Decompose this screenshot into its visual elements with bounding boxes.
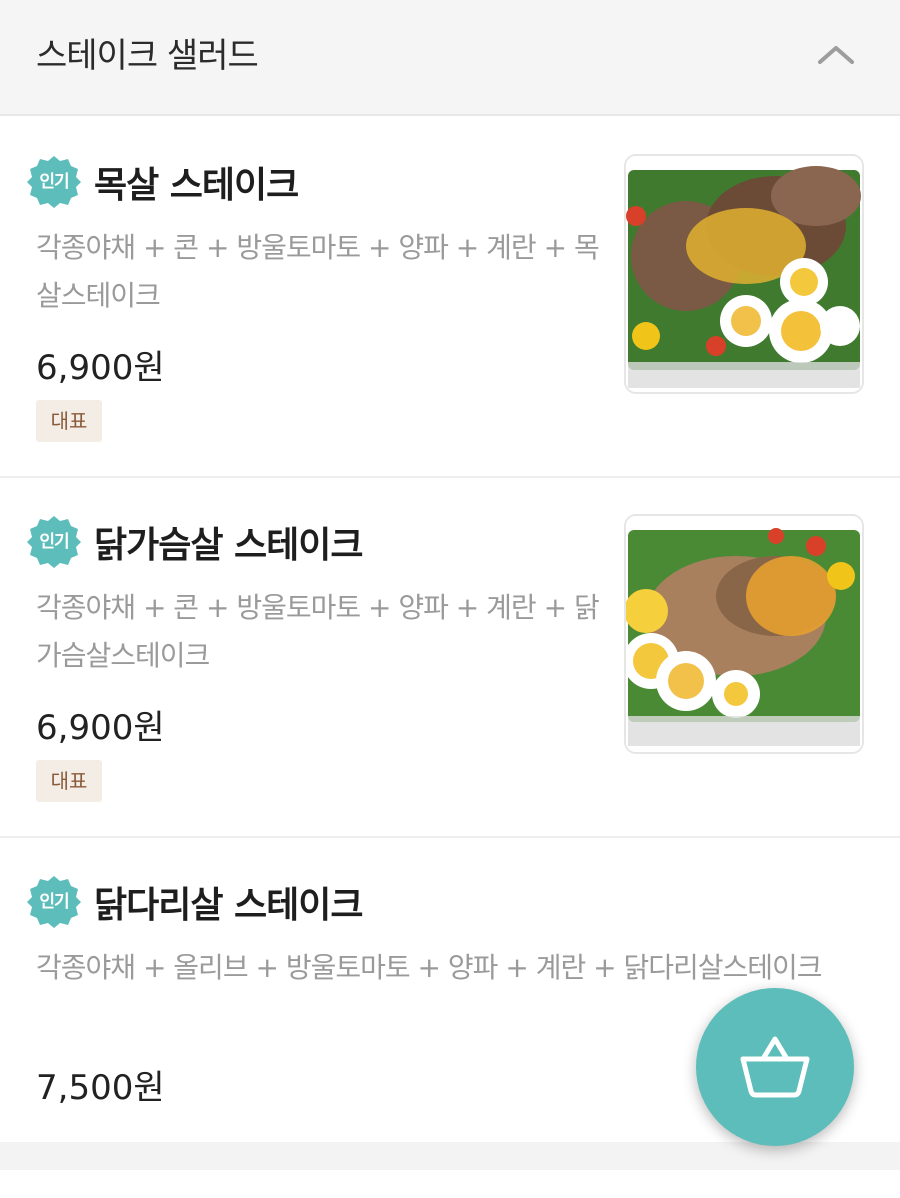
badge-label: 인기 — [39, 532, 69, 552]
cart-button[interactable] — [696, 988, 854, 1146]
item-price: 6,900원 — [36, 708, 165, 748]
popular-badge: 인기 — [26, 514, 82, 570]
chevron-up-icon[interactable] — [812, 34, 860, 74]
item-name: 목살 스테이크 — [94, 165, 299, 206]
badge-label: 인기 — [39, 892, 69, 912]
menu-item[interactable]: 인기 목살 스테이크 각종야채 + 콘 + 방울토마토 + 양파 + 계란 + … — [0, 118, 900, 478]
salad-photo-graphic — [626, 156, 862, 392]
item-name: 닭가슴살 스테이크 — [94, 525, 363, 566]
item-price: 7,500원 — [36, 1068, 165, 1108]
item-description: 각종야채 + 콘 + 방울토마토 + 양파 + 계란 + 목살스테이크 — [36, 231, 600, 312]
shopping-basket-icon — [740, 1036, 810, 1098]
item-description: 각종야채 + 콘 + 방울토마토 + 양파 + 계란 + 닭가슴살스테이크 — [36, 591, 600, 672]
item-photo[interactable] — [624, 514, 864, 754]
section-title: 스테이크 샐러드 — [36, 36, 259, 76]
popular-badge: 인기 — [26, 874, 82, 930]
signature-tag: 대표 — [36, 400, 102, 442]
salad-photo-graphic — [626, 516, 862, 752]
badge-label: 인기 — [39, 172, 69, 192]
bottom-divider — [0, 1142, 900, 1170]
item-description: 각종야채 + 올리브 + 방울토마토 + 양파 + 계란 + 닭다리살스테이크 — [36, 951, 823, 984]
menu-item[interactable]: 인기 닭가슴살 스테이크 각종야채 + 콘 + 방울토마토 + 양파 + 계란 … — [0, 478, 900, 838]
section-header[interactable]: 스테이크 샐러드 — [0, 0, 900, 116]
signature-tag: 대표 — [36, 760, 102, 802]
item-name: 닭다리살 스테이크 — [94, 885, 363, 926]
item-photo[interactable] — [624, 154, 864, 394]
item-price: 6,900원 — [36, 348, 165, 388]
popular-badge: 인기 — [26, 154, 82, 210]
